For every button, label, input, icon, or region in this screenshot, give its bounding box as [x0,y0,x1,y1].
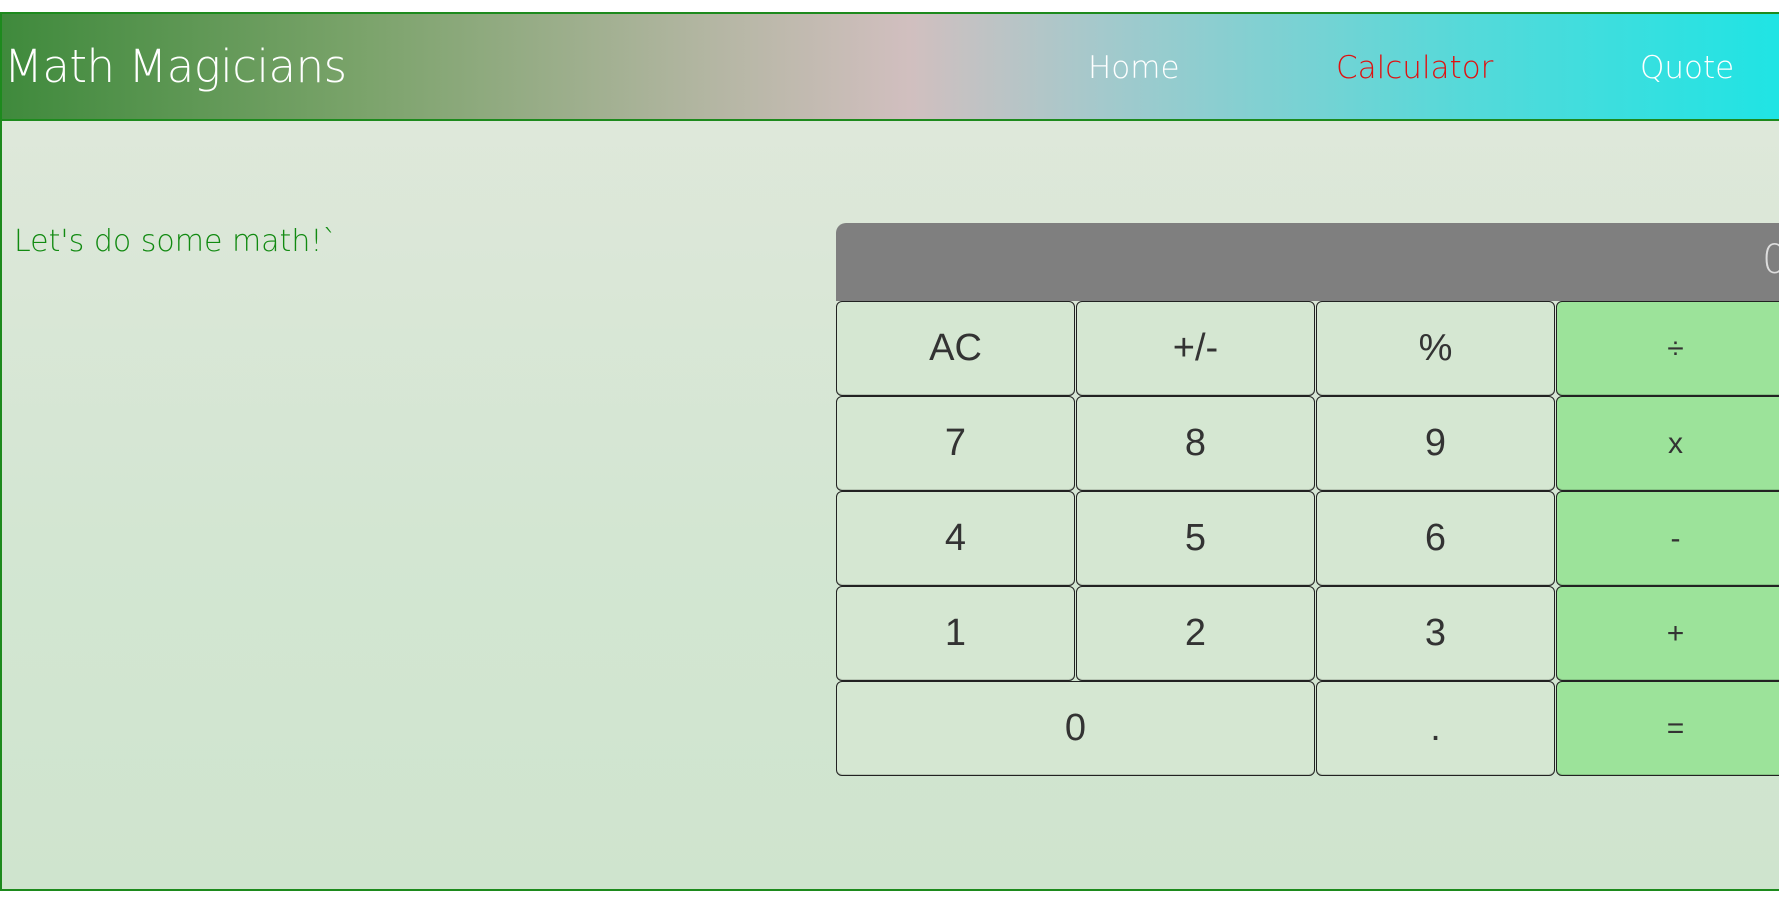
key-plus-minus-button[interactable]: +/- [1076,301,1315,396]
nav-link-home[interactable]: Home [1088,50,1180,86]
key-6-button[interactable]: 6 [1316,491,1555,586]
key-1-button[interactable]: 1 [836,586,1075,681]
key-9-button[interactable]: 9 [1316,396,1555,491]
calculator-display: 0 [836,223,1779,301]
key-8-button[interactable]: 8 [1076,396,1315,491]
calculator-keypad: AC +/- % ÷ 7 8 9 x 4 5 6 - 1 2 3 + 0 . = [836,301,1779,776]
key-7-button[interactable]: 7 [836,396,1075,491]
key-subtract-button[interactable]: - [1556,491,1779,586]
key-5-button[interactable]: 5 [1076,491,1315,586]
key-3-button[interactable]: 3 [1316,586,1555,681]
nav-link-quote[interactable]: Quote [1640,50,1734,86]
key-2-button[interactable]: 2 [1076,586,1315,681]
navbar: Math Magicians Home Calculator Quote [2,14,1779,121]
key-percent-button[interactable]: % [1316,301,1555,396]
calculator: 0 AC +/- % ÷ 7 8 9 x 4 5 6 - 1 2 3 + 0 .… [836,223,1779,776]
key-decimal-button[interactable]: . [1316,681,1555,776]
brand-title: Math Magicians [4,40,347,93]
key-divide-button[interactable]: ÷ [1556,301,1779,396]
nav-link-calculator[interactable]: Calculator [1336,50,1493,86]
key-multiply-button[interactable]: x [1556,396,1779,491]
page-tagline: Let's do some math!` [14,224,338,259]
app-frame: Math Magicians Home Calculator Quote Let… [0,12,1779,891]
key-equals-button[interactable]: = [1556,681,1779,776]
key-0-button[interactable]: 0 [836,681,1315,776]
key-ac-button[interactable]: AC [836,301,1075,396]
key-4-button[interactable]: 4 [836,491,1075,586]
key-add-button[interactable]: + [1556,586,1779,681]
